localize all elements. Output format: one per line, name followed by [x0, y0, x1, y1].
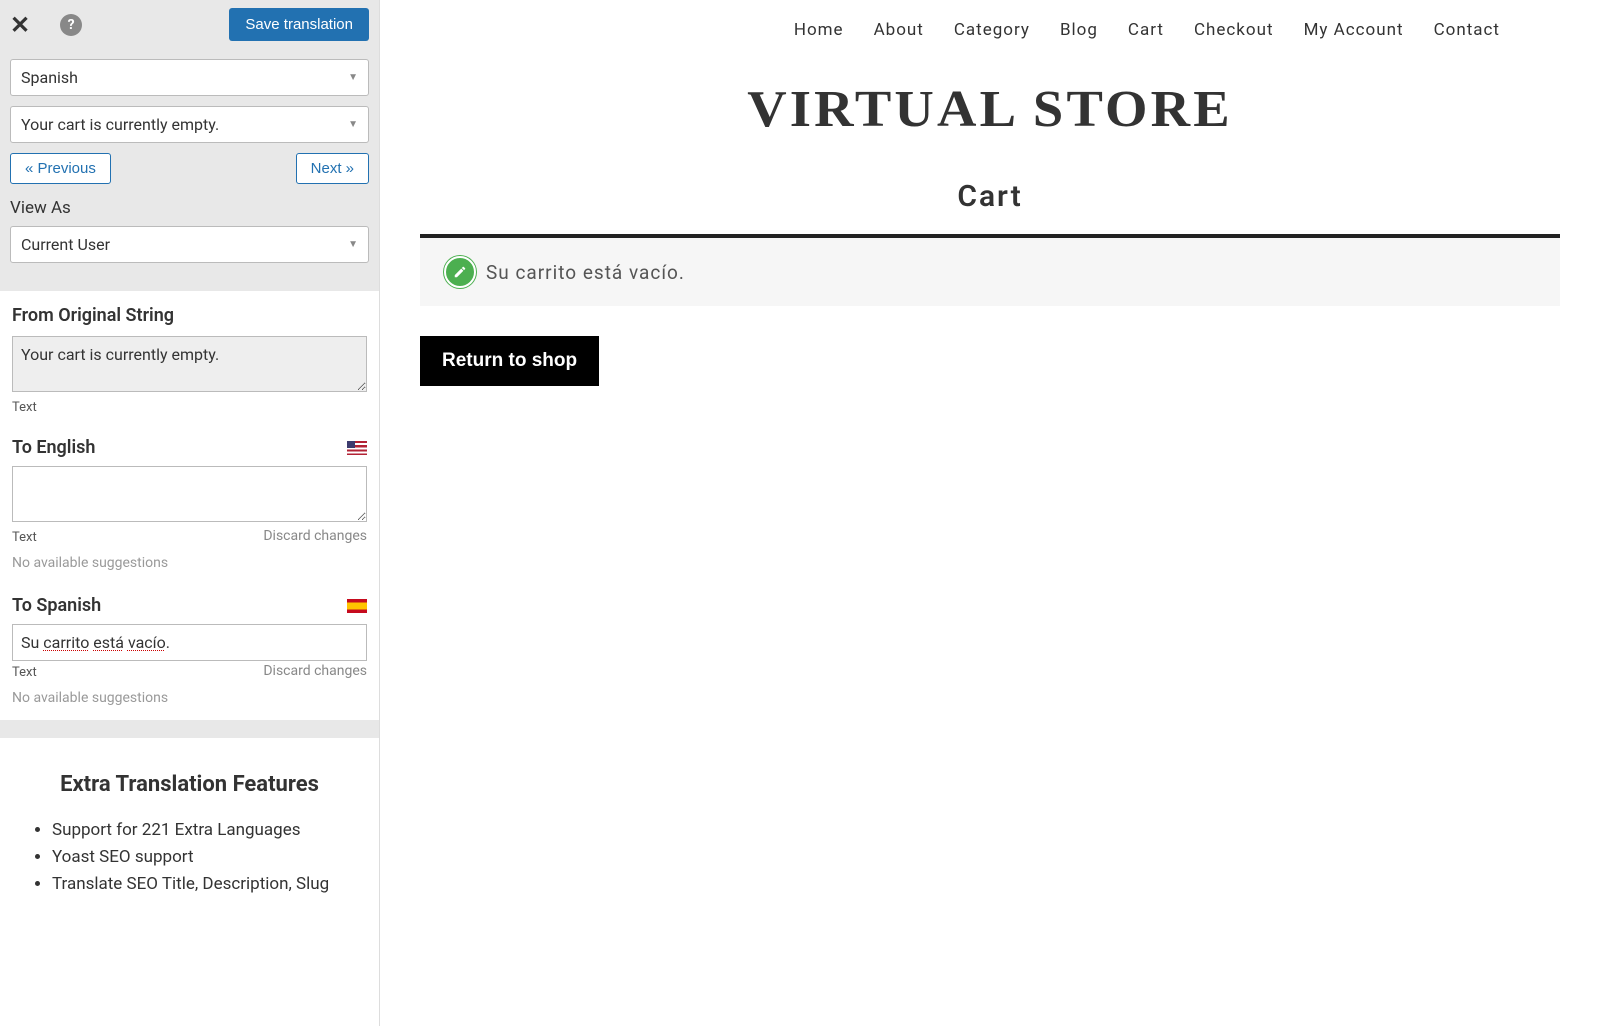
sidebar-topbar: ✕ ? Save translation: [0, 0, 379, 49]
close-icon[interactable]: ✕: [10, 11, 30, 39]
nav-category[interactable]: Category: [954, 20, 1030, 40]
flag-es-icon: [347, 599, 367, 613]
nav-blog[interactable]: Blog: [1060, 20, 1098, 40]
to-english-heading: To English: [12, 437, 95, 458]
nav-home[interactable]: Home: [794, 20, 844, 40]
nav-my-account[interactable]: My Account: [1304, 20, 1404, 40]
to-spanish-heading: To Spanish: [12, 595, 101, 616]
chevron-down-icon: ▼: [348, 72, 358, 83]
store-title: VIRTUAL STORE: [392, 80, 1589, 139]
next-button[interactable]: Next »: [296, 153, 369, 184]
save-translation-button[interactable]: Save translation: [229, 8, 369, 41]
chevron-down-icon: ▼: [348, 119, 358, 130]
return-to-shop-button[interactable]: Return to shop: [420, 336, 599, 386]
string-dropdown[interactable]: Your cart is currently empty. ▼: [10, 106, 369, 143]
extra-features-heading: Extra Translation Features: [12, 772, 367, 797]
site-preview: Home About Category Blog Cart Checkout M…: [380, 0, 1600, 1026]
original-string-textarea: [12, 336, 367, 392]
translation-sidebar: ✕ ? Save translation Spanish ▼ Your cart…: [0, 0, 380, 1026]
language-dropdown[interactable]: Spanish ▼: [10, 59, 369, 96]
english-discard-link[interactable]: Discard changes: [263, 528, 367, 544]
help-icon[interactable]: ?: [60, 14, 82, 36]
chevron-down-icon: ▼: [348, 239, 358, 250]
original-string-heading: From Original String: [12, 305, 367, 326]
list-item: Support for 221 Extra Languages: [52, 817, 367, 844]
string-dropdown-value: Your cart is currently empty.: [21, 115, 219, 134]
nav-about[interactable]: About: [874, 20, 924, 40]
english-translation-textarea[interactable]: [12, 466, 367, 522]
cart-empty-message: Su carrito está vacío.: [486, 261, 685, 284]
list-item: Yoast SEO support: [52, 844, 367, 871]
list-item: Translate SEO Title, Description, Slug: [52, 871, 367, 898]
cart-notice: Su carrito está vacío.: [420, 234, 1560, 306]
page-title: Cart: [420, 179, 1560, 214]
spanish-suggestion: No available suggestions: [12, 690, 367, 706]
english-sub-label: Text: [12, 530, 37, 545]
spanish-translation-textarea[interactable]: Su carrito está vacío.: [12, 624, 367, 661]
pencil-icon: [453, 265, 467, 279]
language-dropdown-value: Spanish: [21, 68, 78, 87]
spanish-discard-link[interactable]: Discard changes: [263, 663, 367, 679]
view-as-label: View As: [10, 198, 369, 218]
spanish-sub-label: Text: [12, 665, 37, 680]
nav-cart[interactable]: Cart: [1128, 20, 1164, 40]
english-suggestion: No available suggestions: [12, 555, 367, 571]
nav-contact[interactable]: Contact: [1434, 20, 1500, 40]
nav-checkout[interactable]: Checkout: [1194, 20, 1274, 40]
view-as-value: Current User: [21, 235, 110, 254]
extra-features-list: Support for 221 Extra Languages Yoast SE…: [12, 817, 367, 899]
original-sub-label: Text: [12, 400, 367, 415]
edit-translation-badge[interactable]: [444, 256, 476, 288]
previous-button[interactable]: « Previous: [10, 153, 111, 184]
flag-us-icon: [347, 441, 367, 455]
view-as-dropdown[interactable]: Current User ▼: [10, 226, 369, 263]
site-nav-menu: Home About Category Blog Cart Checkout M…: [420, 0, 1560, 50]
